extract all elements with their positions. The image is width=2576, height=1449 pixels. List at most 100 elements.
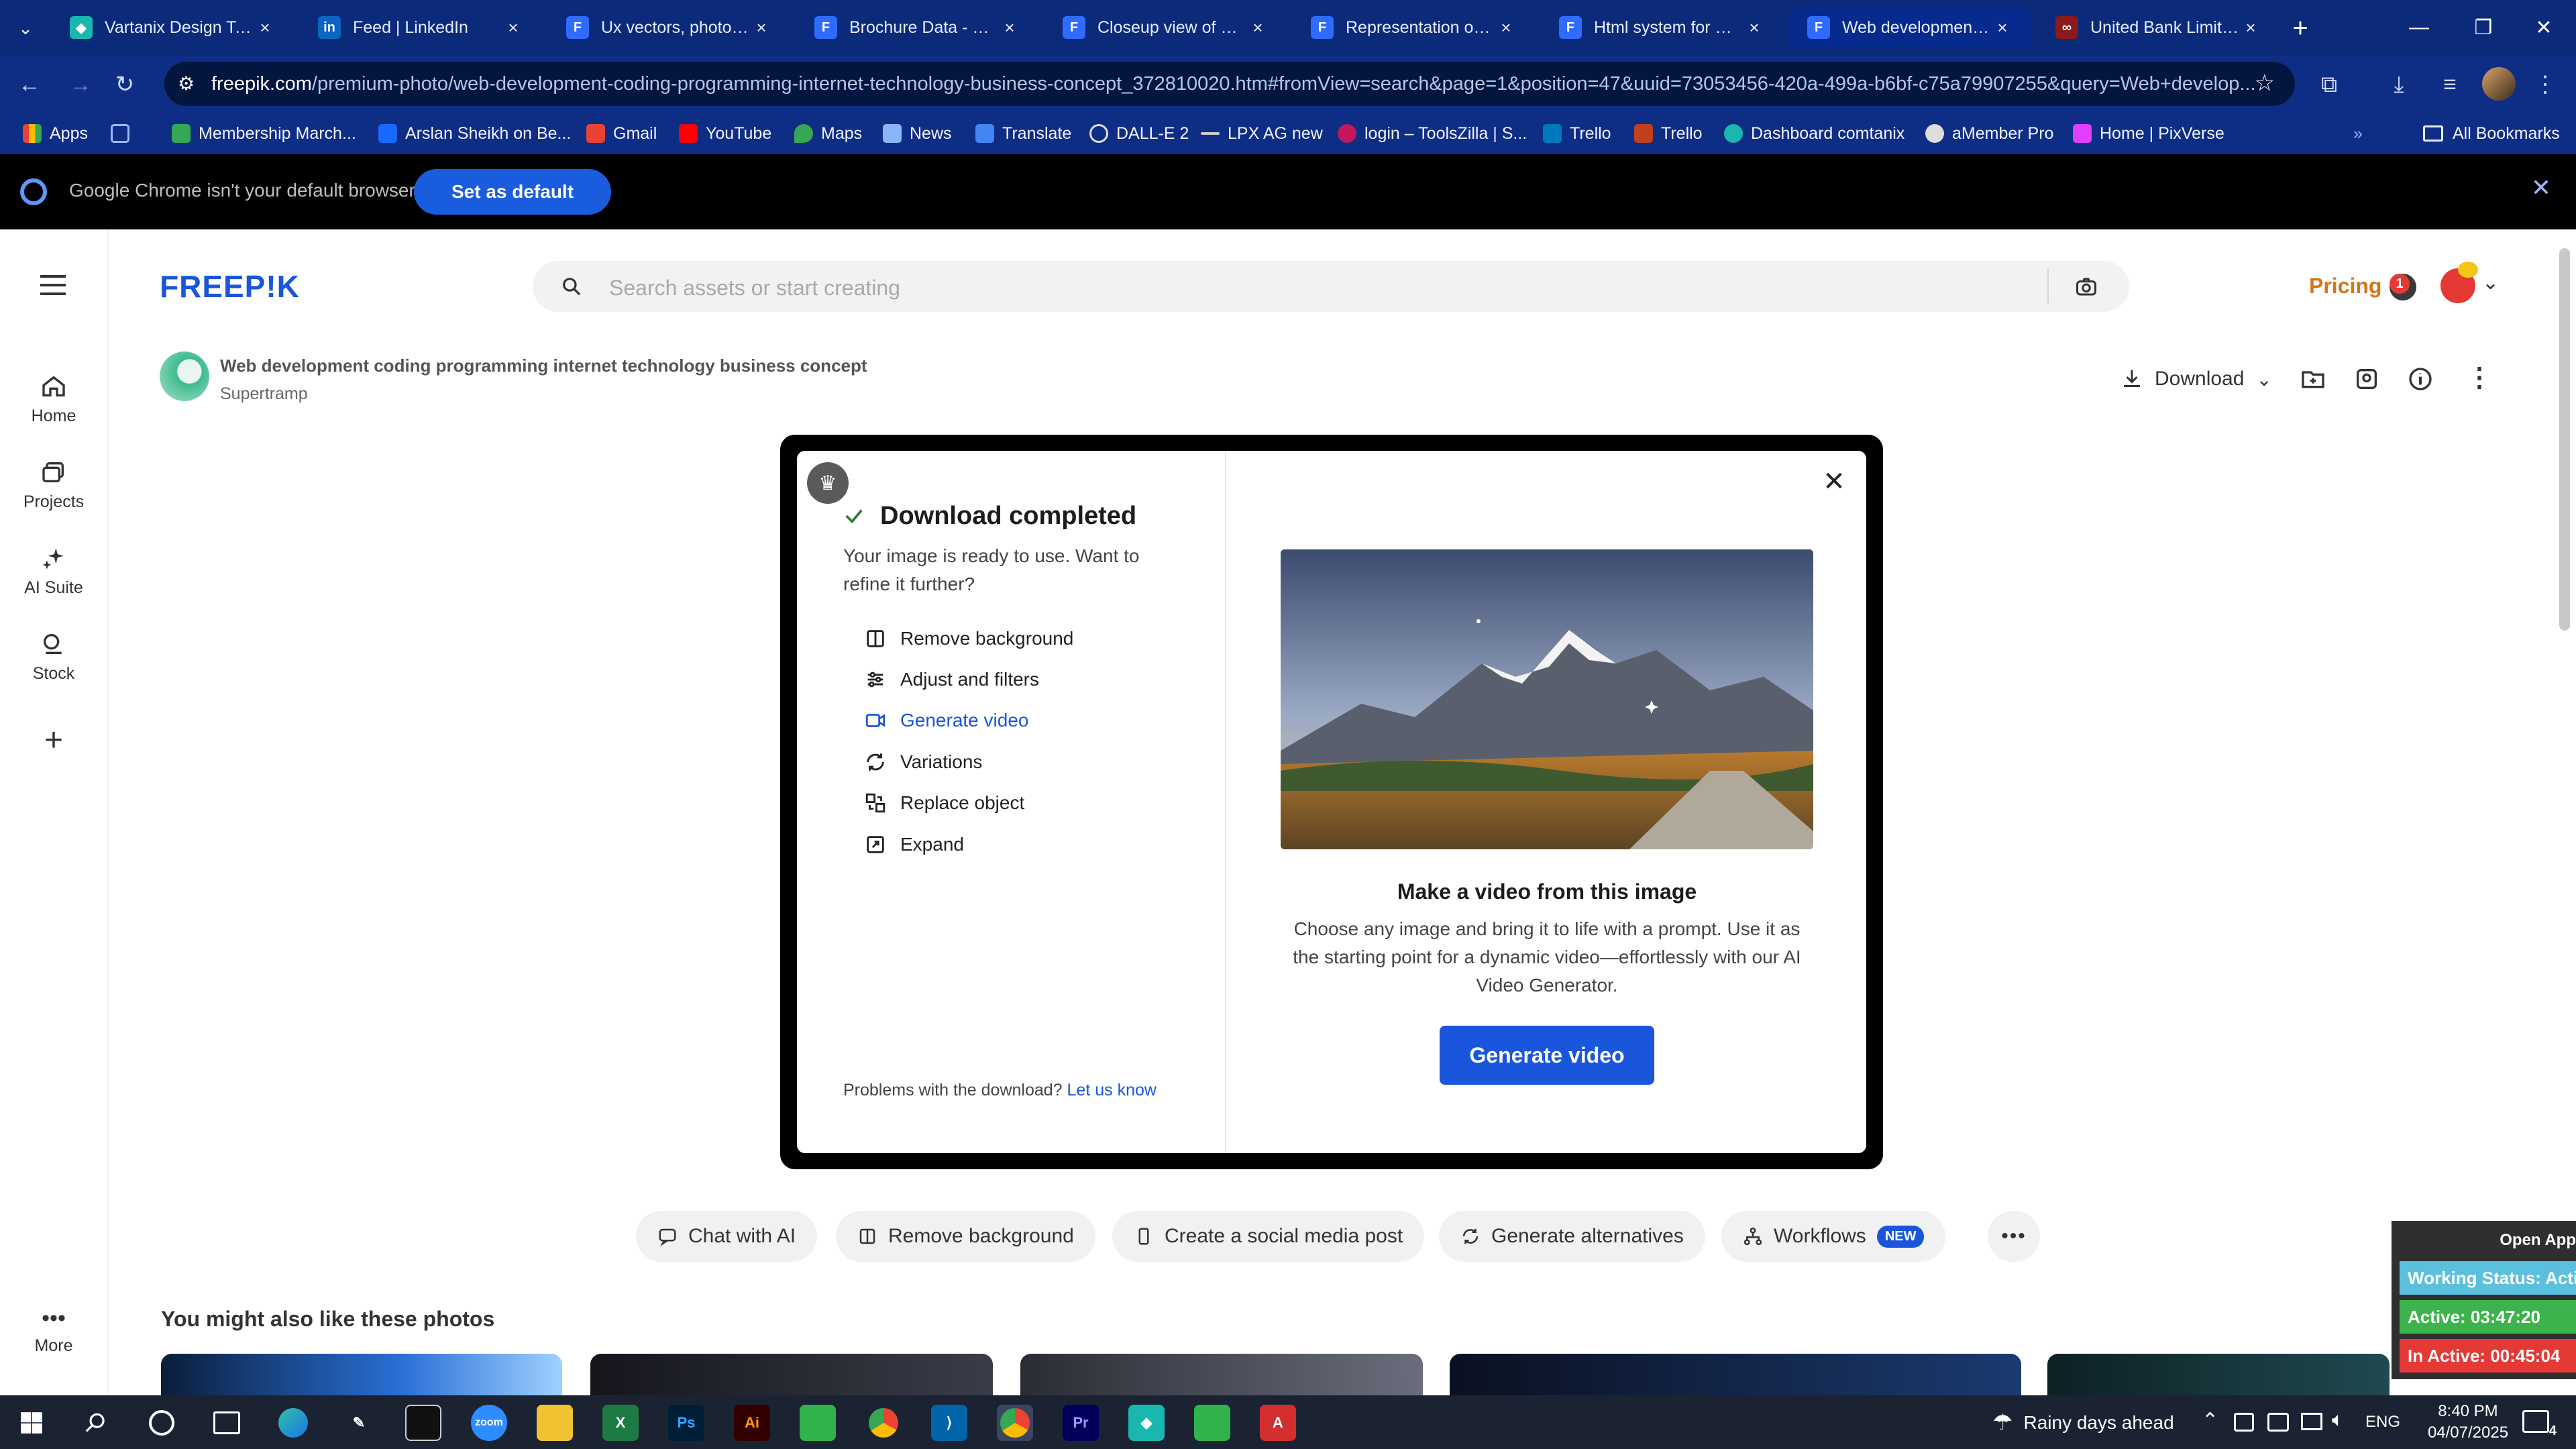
tab-linkedin[interactable]: in Feed | LinkedIn × bbox=[301, 8, 542, 47]
close-icon[interactable]: × bbox=[502, 16, 525, 39]
bookmark-translate[interactable]: Translate bbox=[975, 119, 1071, 148]
option-generate-video[interactable]: Generate video bbox=[864, 707, 1028, 734]
close-icon[interactable]: × bbox=[1246, 16, 1269, 39]
chrome-active-icon[interactable] bbox=[997, 1405, 1033, 1441]
rail-more[interactable]: ••• More bbox=[0, 1307, 107, 1356]
more-actions-button[interactable]: ••• bbox=[1988, 1211, 2040, 1262]
cortana-icon[interactable] bbox=[149, 1410, 174, 1436]
asset-author[interactable]: Supertramp bbox=[220, 384, 308, 404]
pricing-link[interactable]: Pricing bbox=[2309, 274, 2381, 299]
close-icon[interactable]: × bbox=[1743, 16, 1766, 39]
tab-brochure-data[interactable]: F Brochure Data - Goo × bbox=[797, 8, 1038, 47]
tab-ux-vectors[interactable]: F Ux vectors, photos an × bbox=[549, 8, 790, 47]
close-icon[interactable]: × bbox=[750, 16, 773, 39]
bookmark-youtube[interactable]: YouTube bbox=[679, 119, 771, 148]
bookmark-amember[interactable]: aMember Pro bbox=[1925, 119, 2053, 148]
related-photo-2[interactable] bbox=[590, 1354, 993, 1395]
premiere-icon[interactable]: Pr bbox=[1063, 1405, 1099, 1441]
illustrator-icon[interactable]: Ai bbox=[734, 1405, 770, 1441]
related-photo-3[interactable] bbox=[1020, 1354, 1423, 1395]
photoshop-icon[interactable]: Ps bbox=[668, 1405, 704, 1441]
set-as-default-button[interactable]: Set as default bbox=[414, 169, 611, 215]
option-expand[interactable]: Expand bbox=[864, 831, 964, 858]
vscode-icon[interactable]: ⟩ bbox=[931, 1405, 967, 1441]
folder-add-icon[interactable] bbox=[2300, 366, 2326, 392]
bookmark-pixverse[interactable]: Home | PixVerse bbox=[2073, 119, 2224, 148]
info-icon[interactable] bbox=[2407, 366, 2434, 392]
related-photo-1[interactable] bbox=[161, 1354, 562, 1395]
back-button[interactable]: ← bbox=[13, 68, 46, 101]
downloads-icon[interactable]: ⤓ bbox=[2383, 68, 2415, 101]
rail-home[interactable]: Home bbox=[0, 373, 107, 426]
create-social-post-button[interactable]: Create a social media post bbox=[1112, 1211, 1425, 1262]
site-info-icon[interactable]: ⚙ bbox=[178, 72, 201, 95]
let-us-know-link[interactable]: Let us know bbox=[1067, 1081, 1157, 1099]
acrobat-icon[interactable]: A bbox=[1260, 1405, 1296, 1441]
more-options-icon[interactable]: ⋮ bbox=[2466, 362, 2493, 393]
bookmark-apps[interactable]: Apps bbox=[23, 119, 88, 148]
search-icon[interactable] bbox=[83, 1410, 109, 1436]
close-icon[interactable]: × bbox=[2239, 16, 2262, 39]
language-indicator[interactable]: ENG bbox=[2365, 1413, 2400, 1432]
camera-icon[interactable] bbox=[2074, 274, 2098, 299]
generate-alternatives-button[interactable]: Generate alternatives bbox=[1439, 1211, 1705, 1262]
bookmark-trello-1[interactable]: Trello bbox=[1543, 119, 1611, 148]
task-view-icon[interactable] bbox=[213, 1411, 240, 1434]
rail-stock[interactable]: Stock bbox=[0, 631, 107, 684]
more-bookmarks-icon[interactable]: » bbox=[2353, 119, 2363, 148]
search-bar[interactable]: Search assets or start creating bbox=[533, 261, 2129, 312]
excel-icon[interactable]: X bbox=[602, 1405, 639, 1441]
notification-bell[interactable]: 1 bbox=[2390, 274, 2416, 301]
freepik-logo[interactable]: FREEP!K bbox=[160, 268, 300, 305]
tab-vartanix[interactable]: ◆ Vartanix Design Tasks × bbox=[52, 8, 294, 47]
close-icon[interactable]: × bbox=[1991, 16, 2014, 39]
author-avatar[interactable] bbox=[160, 352, 209, 401]
notification-center-icon[interactable]: 4 bbox=[2522, 1410, 2557, 1438]
bookmark-lpx[interactable]: LPX AG new bbox=[1201, 119, 1323, 148]
extensions-icon[interactable]: ⧉ bbox=[2313, 68, 2345, 101]
close-icon[interactable]: × bbox=[1495, 16, 1517, 39]
bookmark-trello-2[interactable]: Trello bbox=[1634, 119, 1703, 148]
profile-avatar[interactable] bbox=[2482, 67, 2516, 101]
bookmark-grid[interactable] bbox=[111, 119, 138, 148]
bookmark-dalle[interactable]: DALL-E 2 bbox=[1089, 119, 1189, 148]
bookmark-membership[interactable]: Membership March... bbox=[172, 119, 356, 148]
add-icon[interactable]: + bbox=[39, 724, 68, 757]
chrome-taskbar-icon[interactable] bbox=[865, 1405, 902, 1441]
rail-ai-suite[interactable]: AI Suite bbox=[0, 545, 107, 598]
pen-tool-icon[interactable]: ✎ bbox=[341, 1405, 377, 1441]
page-scrollbar[interactable] bbox=[2559, 248, 2570, 631]
new-tab-button[interactable]: + bbox=[2284, 12, 2316, 44]
tab-representation[interactable]: F Representation of us × bbox=[1293, 8, 1535, 47]
tray-chevron-icon[interactable]: ⌃ bbox=[2202, 1409, 2218, 1432]
related-photo-4[interactable] bbox=[1450, 1354, 2021, 1395]
bookmark-star-icon[interactable]: ☆ bbox=[2255, 70, 2275, 97]
tab-search-button[interactable]: ⌄ bbox=[12, 15, 39, 42]
user-avatar[interactable] bbox=[2440, 262, 2478, 303]
bookmark-gmail[interactable]: Gmail bbox=[586, 119, 657, 148]
minimize-button[interactable]: — bbox=[2383, 0, 2455, 55]
forward-button[interactable]: → bbox=[64, 68, 97, 101]
close-icon[interactable]: × bbox=[254, 16, 276, 39]
rail-projects[interactable]: Projects bbox=[0, 459, 107, 512]
chat-with-ai-button[interactable]: Chat with AI bbox=[636, 1211, 818, 1262]
edge-icon[interactable] bbox=[275, 1405, 311, 1441]
bookmark-behance[interactable]: Arslan Sheikh on Be... bbox=[378, 119, 571, 148]
tray-monitor-icon[interactable] bbox=[2301, 1413, 2322, 1430]
search-input[interactable]: Search assets or start creating bbox=[609, 276, 900, 301]
vartanix-app-icon[interactable]: ◆ bbox=[1128, 1405, 1165, 1441]
chrome-menu-icon[interactable]: ⋮ bbox=[2529, 68, 2561, 101]
remove-background-button[interactable]: Remove background bbox=[836, 1211, 1095, 1262]
volume-icon[interactable]: 🔈︎ bbox=[2332, 1409, 2344, 1432]
green-app-2-icon[interactable] bbox=[1194, 1405, 1230, 1441]
edit-image-icon[interactable] bbox=[2353, 366, 2380, 392]
tab-web-development[interactable]: F Web development co × bbox=[1790, 8, 2031, 47]
close-modal-icon[interactable]: ✕ bbox=[1819, 467, 1849, 496]
all-bookmarks[interactable]: All Bookmarks bbox=[2423, 119, 2560, 148]
tray-meet-icon[interactable] bbox=[2234, 1413, 2254, 1432]
option-adjust-filters[interactable]: Adjust and filters bbox=[864, 666, 1039, 693]
close-window-button[interactable]: ✕ bbox=[2512, 0, 2576, 55]
close-infobar-icon[interactable]: ✕ bbox=[2528, 174, 2555, 201]
download-button[interactable]: Download ⌄ bbox=[2120, 366, 2272, 392]
weather-widget[interactable]: ☂ Rainy days ahead bbox=[1992, 1410, 2174, 1436]
